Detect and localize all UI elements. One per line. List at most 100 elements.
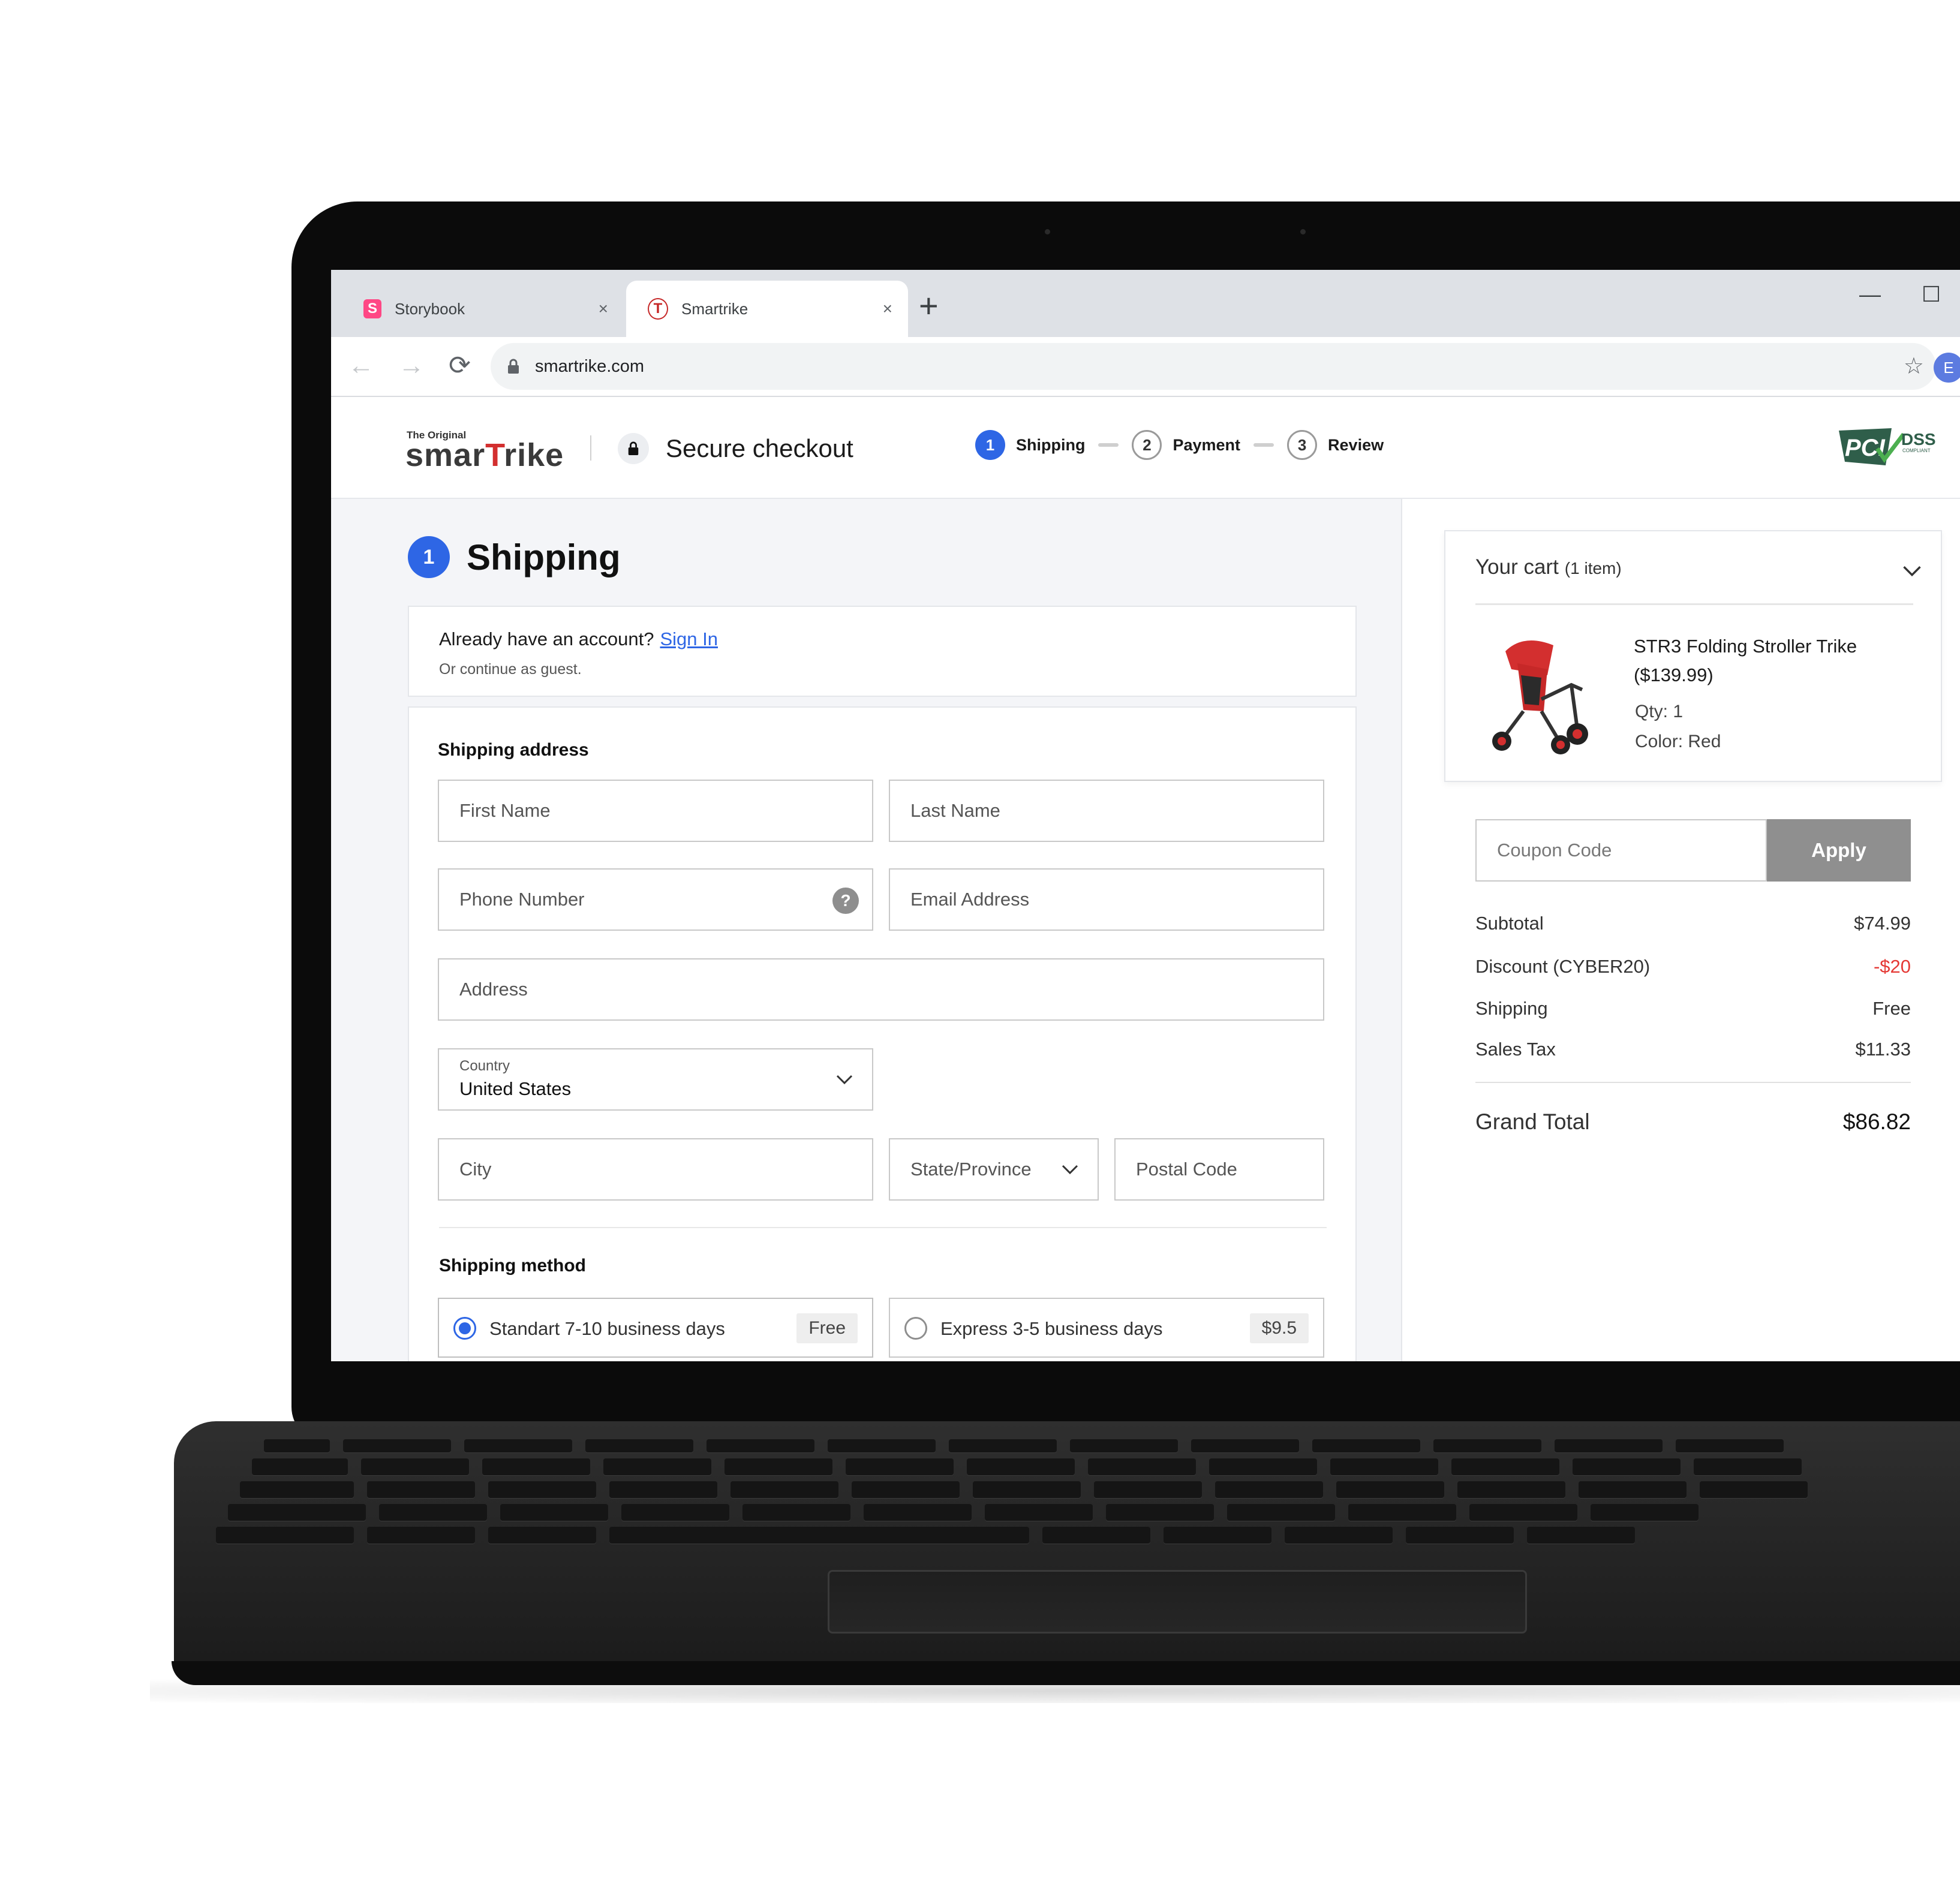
cart-card: Your cart (1 item) STR3 Folding Stroller… bbox=[1444, 530, 1942, 782]
address-bar[interactable]: smartrike.com ☆ bbox=[491, 343, 1936, 390]
summary-value: $74.99 bbox=[1854, 913, 1911, 934]
product-name: STR3 Folding Stroller Trike ($139.99) bbox=[1634, 636, 1857, 685]
summary-row-shipping: Shipping Free bbox=[1475, 998, 1911, 1019]
placeholder: Email Address bbox=[910, 889, 1030, 910]
email-field[interactable]: Email Address bbox=[889, 868, 1324, 931]
shipping-method-standard[interactable]: Standart 7-10 business days Free bbox=[438, 1298, 873, 1358]
help-icon[interactable]: ? bbox=[832, 888, 859, 914]
close-icon[interactable]: × bbox=[883, 299, 892, 318]
city-field[interactable]: City bbox=[438, 1138, 873, 1201]
tab-title: Storybook bbox=[395, 299, 465, 318]
shipping-method-label: Shipping method bbox=[439, 1256, 586, 1276]
bookmark-star-icon[interactable]: ☆ bbox=[1904, 353, 1924, 380]
product-qty: Qty: 1 bbox=[1635, 702, 1684, 721]
chevron-down-icon bbox=[836, 1075, 853, 1085]
radio-button[interactable] bbox=[904, 1317, 927, 1340]
sensor-dot bbox=[1300, 229, 1306, 234]
summary-label: Discount (CYBER20) bbox=[1475, 956, 1651, 977]
tab-storybook[interactable]: S Storybook × bbox=[342, 281, 624, 337]
summary-label: Shipping bbox=[1475, 998, 1548, 1019]
checkout-page: The Original smarTrike Secure checkout 1… bbox=[331, 397, 1960, 1361]
account-question: Already have an account? bbox=[439, 628, 654, 649]
keyboard-keys bbox=[216, 1439, 1960, 1559]
checkout-header: The Original smarTrike Secure checkout 1… bbox=[331, 397, 1960, 499]
chevron-down-icon[interactable] bbox=[1901, 560, 1923, 582]
smartrike-icon: T bbox=[648, 298, 668, 320]
step-number: 1 bbox=[975, 430, 1005, 460]
logo-part-a: smar bbox=[405, 437, 486, 473]
summary-value: -$20 bbox=[1873, 956, 1911, 977]
pci-dss-logo: PCI DSS COMPLIANT bbox=[1839, 428, 1936, 465]
maximize-icon[interactable]: ☐ bbox=[1922, 282, 1941, 307]
step-number: 3 bbox=[1287, 430, 1318, 460]
summary-value: Free bbox=[1872, 998, 1911, 1019]
shipping-heading: 1 Shipping bbox=[408, 536, 621, 578]
tab-smartrike[interactable]: T Smartrike × bbox=[626, 281, 908, 337]
sign-in-link[interactable]: Sign In bbox=[660, 628, 718, 649]
cart-title-text: Your cart bbox=[1475, 555, 1559, 579]
apply-coupon-button[interactable]: Apply bbox=[1767, 819, 1911, 882]
placeholder: State/Province bbox=[910, 1159, 1032, 1180]
logo-part-t: T bbox=[485, 437, 504, 473]
logo-part-b: rike bbox=[504, 437, 564, 473]
shipping-address-card: Shipping address First Name Last Name Ph… bbox=[408, 706, 1357, 1361]
forward-arrow-icon[interactable]: → bbox=[398, 349, 425, 383]
lock-icon bbox=[508, 359, 519, 374]
secure-checkout-label: Secure checkout bbox=[666, 434, 853, 462]
summary-label: Subtotal bbox=[1475, 913, 1544, 934]
browser-window: S Storybook × T Smartrike × + — ☐ ← → ⟳ bbox=[331, 270, 1960, 1361]
placeholder: Address bbox=[459, 979, 528, 1000]
step-review[interactable]: Review bbox=[1328, 436, 1384, 455]
minimize-icon[interactable]: — bbox=[1859, 282, 1881, 307]
close-icon[interactable]: × bbox=[599, 299, 608, 318]
step-connector bbox=[1098, 443, 1119, 447]
page-title: Shipping bbox=[467, 537, 621, 577]
header-divider bbox=[590, 435, 591, 461]
cart-title[interactable]: Your cart (1 item) bbox=[1475, 555, 1622, 579]
section-divider bbox=[439, 1227, 1327, 1228]
chevron-down-icon bbox=[1062, 1165, 1078, 1175]
phone-number-field[interactable]: Phone Number? bbox=[438, 868, 873, 931]
country-value: United States bbox=[459, 1078, 572, 1099]
cart-divider bbox=[1475, 603, 1913, 605]
radio-button[interactable] bbox=[453, 1317, 476, 1340]
pci-compliant-text: COMPLIANT bbox=[1902, 448, 1931, 453]
placeholder: Coupon Code bbox=[1497, 840, 1612, 861]
placeholder: Last Name bbox=[910, 800, 1000, 821]
shipping-address-label: Shipping address bbox=[438, 740, 589, 760]
back-arrow-icon[interactable]: ← bbox=[348, 349, 374, 383]
secure-lock-icon bbox=[618, 433, 649, 464]
cart-count: (1 item) bbox=[1564, 559, 1622, 577]
placeholder: Postal Code bbox=[1136, 1159, 1237, 1180]
smartrike-logo[interactable]: smarTrike bbox=[405, 437, 564, 474]
guest-text: Or continue as guest. bbox=[439, 661, 582, 678]
first-name-field[interactable]: First Name bbox=[438, 780, 873, 842]
coupon-input[interactable]: Coupon Code bbox=[1475, 819, 1767, 882]
profile-avatar[interactable]: E bbox=[1934, 353, 1960, 383]
summary-row-subtotal: Subtotal $74.99 bbox=[1475, 913, 1911, 934]
country-select[interactable]: Country United States bbox=[438, 1048, 873, 1111]
account-card: Already have an account? Sign In Or conti… bbox=[408, 606, 1357, 697]
summary-row-discount: Discount (CYBER20) -$20 bbox=[1475, 956, 1911, 977]
method-price: Free bbox=[796, 1313, 858, 1343]
tab-strip: S Storybook × T Smartrike × + — ☐ bbox=[331, 270, 1960, 337]
summary-row-tax: Sales Tax $11.33 bbox=[1475, 1039, 1911, 1060]
address-field[interactable]: Address bbox=[438, 958, 1324, 1021]
checkout-steps: 1 Shipping 2 Payment 3 Review bbox=[975, 430, 1384, 460]
step-payment[interactable]: Payment bbox=[1173, 436, 1240, 455]
laptop-mockup: S Storybook × T Smartrike × + — ☐ ← → ⟳ bbox=[0, 0, 1960, 1883]
placeholder: First Name bbox=[459, 800, 551, 821]
grand-total-value: $86.82 bbox=[1842, 1109, 1911, 1134]
browser-toolbar: ← → ⟳ smartrike.com ☆ bbox=[331, 337, 1960, 397]
state-select[interactable]: State/Province bbox=[889, 1138, 1099, 1201]
reload-icon[interactable]: ⟳ bbox=[449, 349, 471, 383]
shipping-method-express[interactable]: Express 3-5 business days $9.5 bbox=[889, 1298, 1324, 1358]
new-tab-button[interactable]: + bbox=[919, 288, 939, 324]
summary-value: $11.33 bbox=[1855, 1039, 1911, 1060]
postal-code-field[interactable]: Postal Code bbox=[1114, 1138, 1324, 1201]
url-text: smartrike.com bbox=[535, 356, 645, 376]
camera-dot bbox=[1045, 229, 1050, 234]
step-shipping[interactable]: Shipping bbox=[1016, 436, 1085, 455]
last-name-field[interactable]: Last Name bbox=[889, 780, 1324, 842]
summary-label: Sales Tax bbox=[1475, 1039, 1556, 1060]
